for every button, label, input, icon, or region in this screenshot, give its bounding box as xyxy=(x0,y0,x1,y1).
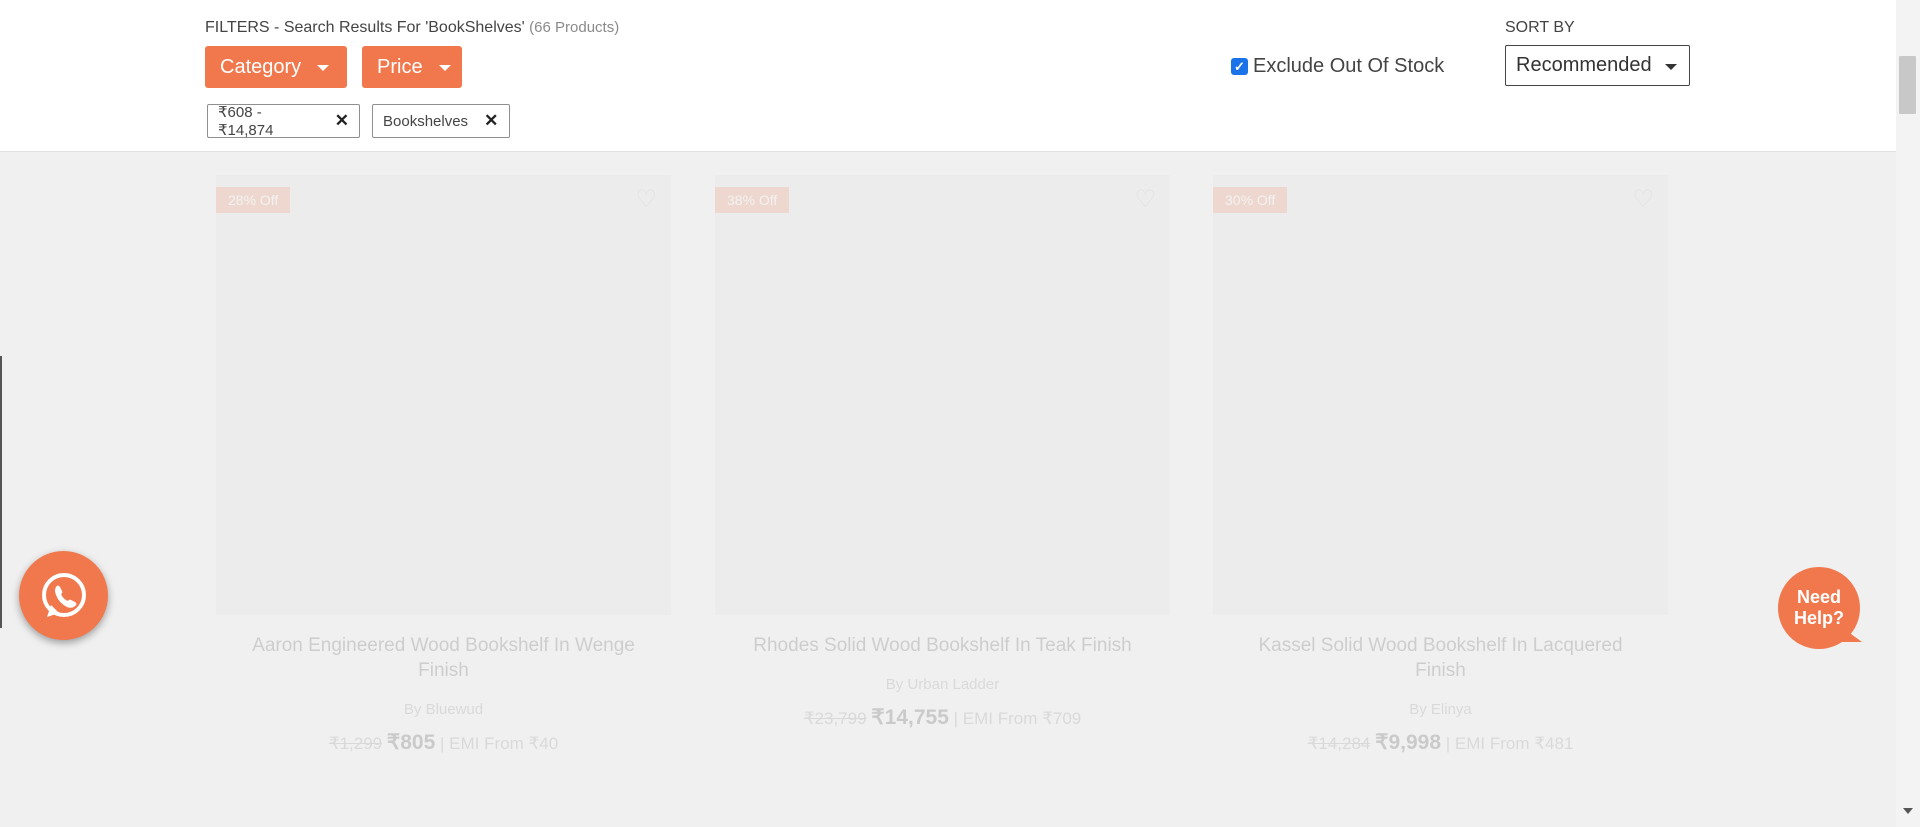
heart-icon[interactable]: ♡ xyxy=(1134,185,1156,214)
current-price: ₹9,998 xyxy=(1375,731,1442,754)
heart-icon[interactable]: ♡ xyxy=(1632,185,1654,214)
sort-selected-value: Recommended xyxy=(1516,54,1652,76)
need-help-button[interactable]: Need Help? xyxy=(1778,567,1860,649)
filter-chip-label: Bookshelves xyxy=(383,112,469,130)
emi-text: | EMI From ₹40 xyxy=(440,734,559,753)
close-icon[interactable]: ✕ xyxy=(335,111,349,131)
product-price: ₹14,284 ₹9,998 | EMI From ₹481 xyxy=(1213,730,1668,755)
filter-chip-category[interactable]: Bookshelves ✕ xyxy=(372,104,510,138)
product-image[interactable]: 38% Off ♡ xyxy=(715,175,1170,615)
price-label: Price xyxy=(377,55,423,78)
current-price: ₹14,755 xyxy=(871,706,949,729)
product-price: ₹23,799 ₹14,755 | EMI From ₹709 xyxy=(715,705,1170,730)
filter-chip-price[interactable]: ₹608 - ₹14,874 ✕ xyxy=(207,104,360,139)
exclude-out-of-stock-toggle[interactable]: ✓ Exclude Out Of Stock xyxy=(1231,55,1444,78)
price-dropdown-button[interactable]: Price xyxy=(362,46,462,88)
whatsapp-icon xyxy=(41,572,86,617)
scrollbar-thumb[interactable] xyxy=(1899,56,1916,114)
product-price: ₹1,299 ₹805 | EMI From ₹40 xyxy=(216,730,671,755)
old-price: ₹23,799 xyxy=(803,709,867,728)
product-image[interactable]: 28% Off ♡ xyxy=(216,175,671,615)
product-name[interactable]: Rhodes Solid Wood Bookshelf In Teak Fini… xyxy=(715,633,1170,658)
exclude-out-of-stock-checkbox[interactable]: ✓ xyxy=(1231,58,1248,75)
discount-badge: 38% Off xyxy=(715,187,790,213)
discount-badge: 30% Off xyxy=(1213,187,1288,213)
product-card[interactable]: 30% Off ♡ Kassel Solid Wood Bookshelf In… xyxy=(1213,175,1668,755)
whatsapp-button[interactable] xyxy=(19,551,108,640)
sort-by-label: SORT BY xyxy=(1505,19,1575,36)
chevron-down-icon xyxy=(317,65,330,71)
need-help-label: Need Help? xyxy=(1793,587,1844,628)
old-price: ₹1,299 xyxy=(328,734,383,753)
emi-text: | EMI From ₹481 xyxy=(1445,734,1574,753)
product-name[interactable]: Aaron Engineered Wood Bookshelf In Wenge… xyxy=(216,633,671,683)
product-image[interactable]: 30% Off ♡ xyxy=(1213,175,1668,615)
product-name[interactable]: Kassel Solid Wood Bookshelf In Lacquered… xyxy=(1213,633,1668,683)
filter-title-text: FILTERS - Search Results For 'BookShelve… xyxy=(205,19,525,36)
filter-bar: FILTERS - Search Results For 'BookShelve… xyxy=(0,0,1896,152)
heart-icon[interactable]: ♡ xyxy=(635,185,657,214)
old-price: ₹14,284 xyxy=(1307,734,1371,753)
current-price: ₹805 xyxy=(386,731,436,754)
emi-text: | EMI From ₹709 xyxy=(953,709,1082,728)
category-label: Category xyxy=(220,55,302,78)
scrollbar[interactable] xyxy=(1896,0,1920,827)
product-card[interactable]: 28% Off ♡ Aaron Engineered Wood Bookshel… xyxy=(216,175,671,755)
chevron-down-icon xyxy=(1665,64,1677,70)
product-brand: By Bluewud xyxy=(403,701,484,718)
product-grid: 28% Off ♡ Aaron Engineered Wood Bookshel… xyxy=(0,153,1896,827)
product-brand: By Urban Ladder xyxy=(885,676,1000,693)
filter-title: FILTERS - Search Results For 'BookShelve… xyxy=(205,19,619,37)
side-drawer-edge xyxy=(0,356,2,628)
chevron-down-icon xyxy=(438,65,451,71)
discount-badge: 28% Off xyxy=(216,187,291,213)
close-icon[interactable]: ✕ xyxy=(484,111,498,131)
exclude-out-of-stock-label: Exclude Out Of Stock xyxy=(1253,55,1445,77)
category-dropdown-button[interactable]: Category xyxy=(205,46,347,88)
product-brand: By Elinya xyxy=(1409,701,1472,718)
scroll-down-arrow-icon[interactable] xyxy=(1903,808,1913,814)
product-card[interactable]: 38% Off ♡ Rhodes Solid Wood Bookshelf In… xyxy=(715,175,1170,730)
product-count: (66 Products) xyxy=(529,19,620,36)
filter-chip-label: ₹608 - ₹14,874 xyxy=(218,104,274,139)
sort-select[interactable]: Recommended xyxy=(1505,45,1690,86)
